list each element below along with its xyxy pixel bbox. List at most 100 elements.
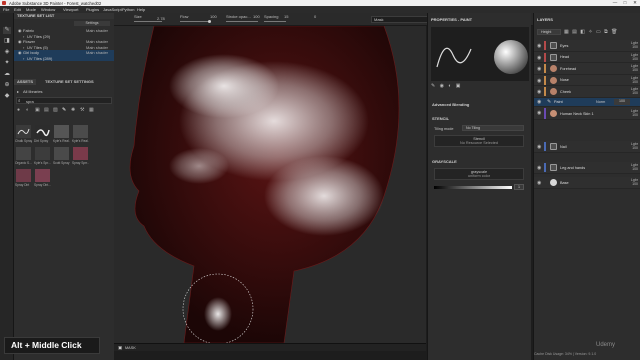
- menu-window[interactable]: Window: [41, 7, 55, 12]
- material-filter-icon[interactable]: ●: [17, 107, 20, 113]
- tab-assets[interactable]: ASSETS: [14, 79, 37, 85]
- visibility-icon[interactable]: ◉: [537, 89, 541, 95]
- asset-thumbnail[interactable]: [54, 125, 69, 138]
- tool-filter-icon[interactable]: ⚒: [80, 107, 84, 113]
- layer-row[interactable]: ◉ Eyes Lgbr 100: [534, 40, 640, 52]
- particle-filter-icon[interactable]: ✺: [71, 107, 75, 113]
- stroke-opacity-slider[interactable]: [226, 20, 258, 22]
- layer-blend[interactable]: Lgbr: [631, 76, 638, 80]
- menu-viewport[interactable]: Viewport: [63, 7, 79, 12]
- brush-tab-icon[interactable]: ✎: [431, 83, 435, 89]
- layer-opacity[interactable]: 100: [631, 113, 638, 117]
- visibility-icon[interactable]: ◉: [537, 66, 541, 72]
- clone-icon[interactable]: ⊕: [3, 82, 11, 89]
- layer-row[interactable]: ◉ Cheek Lgbr 100: [534, 86, 640, 98]
- chevron-right-icon[interactable]: ›: [23, 56, 24, 62]
- layer-opacity[interactable]: 100: [614, 98, 630, 105]
- asset-thumbnail[interactable]: [16, 169, 31, 182]
- minimize-button[interactable]: —: [610, 0, 620, 5]
- texture-set-settings-button[interactable]: Settings: [74, 21, 110, 26]
- search-input[interactable]: ⌕ spra: [16, 97, 112, 104]
- asset-thumbnail[interactable]: [73, 125, 88, 138]
- layer-opacity[interactable]: 100: [631, 68, 638, 72]
- layer-opacity[interactable]: 100: [631, 57, 638, 61]
- visibility-icon[interactable]: ◉: [537, 43, 541, 49]
- visibility-icon[interactable]: ◉: [537, 180, 541, 186]
- maximize-button[interactable]: □: [620, 0, 630, 5]
- delete-icon[interactable]: 🗑: [611, 29, 617, 35]
- menu-javascript[interactable]: JavaScript: [103, 7, 122, 12]
- checkbox-icon[interactable]: ▣: [118, 345, 122, 351]
- stroke-opacity-value[interactable]: 100: [253, 14, 260, 19]
- visibility-icon[interactable]: ◉: [537, 110, 541, 116]
- asset-thumbnail[interactable]: [54, 147, 69, 160]
- folder-icon[interactable]: ▭: [596, 29, 601, 35]
- visibility-icon[interactable]: ◉: [537, 78, 541, 84]
- smudge-icon[interactable]: ☁: [3, 71, 11, 78]
- asset-thumbnail[interactable]: [35, 125, 50, 138]
- menu-python[interactable]: Python: [122, 7, 134, 12]
- picker-icon[interactable]: ◆: [3, 93, 11, 100]
- flow-slider[interactable]: [180, 20, 210, 22]
- visibility-icon[interactable]: ◉: [537, 99, 541, 105]
- stencil-slot[interactable]: Stencil No Resource Selected: [434, 135, 524, 147]
- brush-filter-icon[interactable]: ✎: [62, 107, 66, 113]
- spacing-value[interactable]: 15: [284, 14, 288, 19]
- asset-thumbnail[interactable]: [35, 147, 50, 160]
- alpha-tab-icon[interactable]: ◐: [448, 83, 451, 89]
- geometry-decal-icon[interactable]: ✦: [3, 60, 11, 67]
- layer-row[interactable]: ◉ Nail Lgbr 100: [534, 141, 640, 153]
- material-tab-icon[interactable]: ◉: [440, 83, 444, 89]
- layer-row[interactable]: ◉ Forehead Lgbr 100: [534, 63, 640, 75]
- layer-row[interactable]: ◉ Head Lgbr 100: [534, 51, 640, 63]
- menu-mode[interactable]: Mode: [26, 7, 36, 12]
- add-effect-icon[interactable]: ✧: [588, 29, 592, 35]
- asset-thumbnail[interactable]: [16, 147, 31, 160]
- flow-knob[interactable]: [208, 19, 211, 23]
- eraser-icon[interactable]: ◨: [3, 38, 11, 45]
- menu-edit[interactable]: Edit: [14, 7, 21, 12]
- grayscale-slider[interactable]: [434, 186, 512, 189]
- add-fill-layer-icon[interactable]: ▦: [564, 29, 569, 35]
- layer-row[interactable]: ◉ Base Lgbr 100: [534, 177, 640, 189]
- layer-opacity[interactable]: 100: [631, 91, 638, 95]
- layer-row[interactable]: ◉ Nose Lgbr 100: [534, 74, 640, 86]
- visibility-icon[interactable]: ◉: [537, 144, 541, 150]
- size-slider[interactable]: [134, 20, 162, 22]
- menu-help[interactable]: Help: [137, 7, 145, 12]
- layer-row[interactable]: ◉ Human Neck Skin 1 Lgbr 100: [534, 107, 640, 120]
- library-label[interactable]: All libraries: [23, 89, 43, 94]
- advanced-blending-label[interactable]: Advanced Blending: [432, 102, 469, 107]
- grayscale-value[interactable]: 1: [514, 184, 524, 190]
- angle-value[interactable]: 0: [314, 14, 316, 19]
- duplicate-icon[interactable]: ⧉: [604, 29, 608, 35]
- channel-dropdown[interactable]: Height: [537, 29, 561, 35]
- uv-tiles-row[interactable]: › UV Tiles (289): [14, 55, 114, 62]
- texture-filter-icon[interactable]: ▧: [53, 107, 58, 113]
- layer-opacity[interactable]: 100: [631, 80, 638, 84]
- menu-plugins[interactable]: Plugins: [86, 7, 99, 12]
- asset-thumbnail[interactable]: [16, 125, 31, 138]
- visibility-icon[interactable]: ◉: [537, 55, 541, 61]
- stencil-tab-icon[interactable]: ▣: [456, 83, 461, 89]
- flow-value[interactable]: 100: [210, 14, 217, 19]
- filter-filter-icon[interactable]: ▣: [35, 107, 40, 113]
- add-layer-icon[interactable]: ▤: [572, 29, 577, 35]
- projection-icon[interactable]: ◈: [3, 49, 11, 56]
- layer-opacity[interactable]: 100: [631, 146, 638, 150]
- layer-blend[interactable]: Lgbr: [631, 53, 638, 57]
- grid-view-icon[interactable]: ▦: [89, 107, 94, 113]
- spacing-slider[interactable]: [264, 20, 286, 22]
- layer-row[interactable]: ◉ Leg and hands Lgbr 100: [534, 162, 640, 174]
- grayscale-slot[interactable]: grayscale uniform color: [434, 168, 524, 180]
- layer-blend[interactable]: Norm: [596, 100, 605, 104]
- layer-row-selected[interactable]: ◉ ✎ Paint Norm 100: [534, 97, 640, 107]
- visibility-icon[interactable]: ◉: [537, 165, 541, 171]
- add-mask-icon[interactable]: ◧: [580, 29, 585, 35]
- 3d-viewport[interactable]: [114, 26, 426, 343]
- tab-texture-set-settings[interactable]: TEXTURE SET SETTINGS: [42, 79, 97, 85]
- layer-opacity[interactable]: 100: [631, 182, 638, 186]
- size-value[interactable]: 2.78: [157, 16, 165, 21]
- asset-thumbnail[interactable]: [73, 147, 88, 160]
- smart-material-filter-icon[interactable]: ◐: [26, 107, 29, 113]
